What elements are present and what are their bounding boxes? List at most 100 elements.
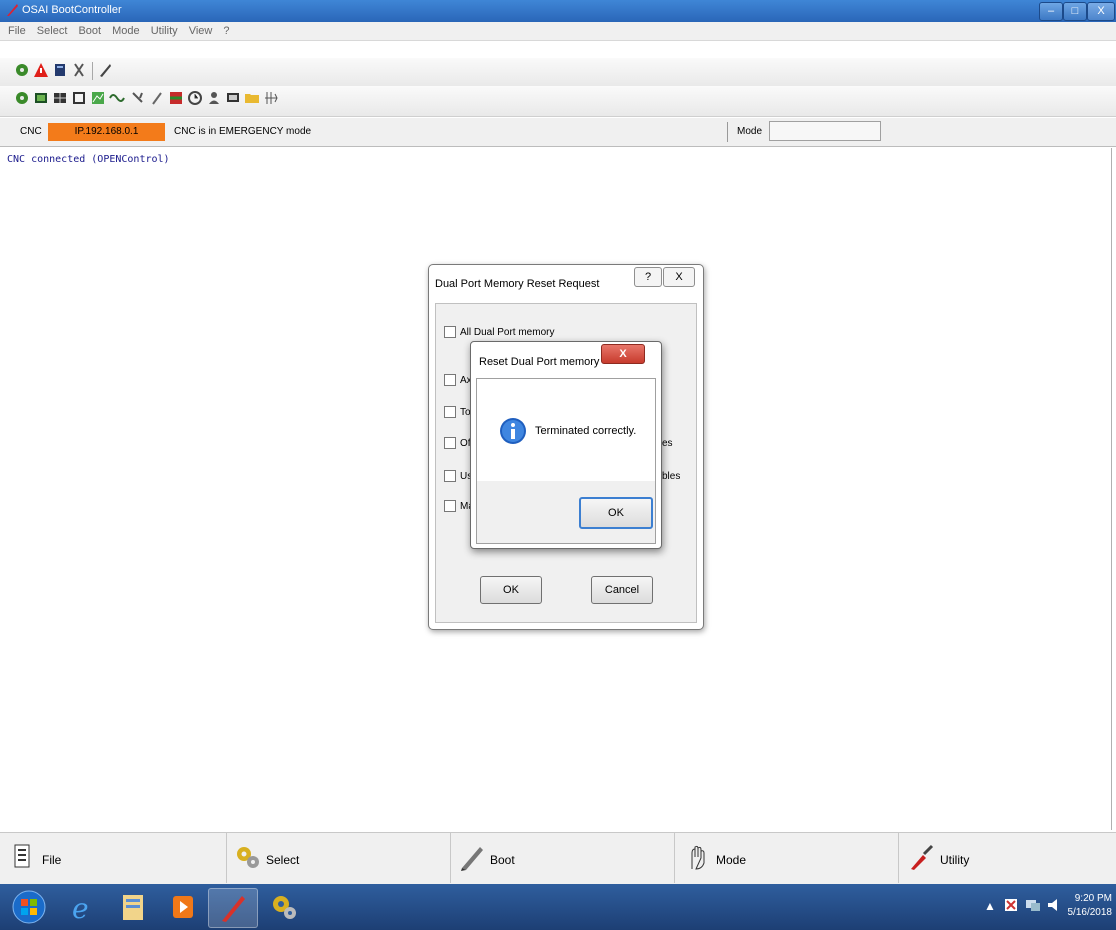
utility-function-label: Utility <box>940 853 970 867</box>
network-icon[interactable] <box>263 90 279 106</box>
close-window-button[interactable]: X <box>1087 2 1115 21</box>
reset-request-dialog-title: Dual Port Memory Reset Request <box>435 278 600 290</box>
request-cancel-button[interactable]: Cancel <box>591 576 653 604</box>
cnc-label: CNC <box>20 126 42 137</box>
status-divider <box>727 122 728 142</box>
axes-checkbox[interactable] <box>444 374 456 386</box>
fn-divider <box>450 833 451 883</box>
bootcontroller-taskbar-button[interactable] <box>208 888 258 928</box>
offsets-label-suffix: es <box>662 438 673 449</box>
toolbar-secondary <box>0 86 1116 117</box>
file-icon <box>14 844 30 868</box>
network-tray-icon[interactable] <box>1024 896 1042 914</box>
toolbar-separator <box>92 62 93 80</box>
brush-icon[interactable] <box>149 90 165 106</box>
volume-icon[interactable] <box>1046 896 1064 914</box>
all-dual-port-memory-label: All Dual Port memory <box>460 327 555 338</box>
gears-taskbar-icon[interactable] <box>262 888 308 926</box>
function-bar: File Select Boot Mode Utility <box>0 832 1116 885</box>
close-dialog-button[interactable]: X <box>663 267 695 287</box>
status-line: CNC IP.192.168.0.1 CNC is in EMERGENCY m… <box>0 118 1116 147</box>
info-icon <box>500 418 526 444</box>
clock-time: 9:20 PM <box>1074 893 1112 904</box>
menu-help[interactable]: ? <box>219 22 233 40</box>
menu-mode[interactable]: Mode <box>108 22 144 40</box>
monitor-icon[interactable] <box>225 90 241 106</box>
window-title: OSAI BootController <box>22 4 122 16</box>
folder-icon[interactable] <box>244 90 260 106</box>
chart-icon[interactable] <box>90 90 106 106</box>
system-clock[interactable]: 9:20 PM 5/16/2018 <box>1068 892 1113 920</box>
wave-icon[interactable] <box>109 90 125 106</box>
request-ok-button[interactable]: OK <box>480 576 542 604</box>
menu-file[interactable]: File <box>0 22 30 40</box>
ip-address-badge: IP.192.168.0.1 <box>48 123 165 141</box>
probe-icon[interactable] <box>130 90 146 106</box>
boot-function-button[interactable]: Boot <box>458 841 658 875</box>
reset-message-dialog: Reset Dual Port memory X Terminated corr… <box>470 341 662 549</box>
help-button[interactable]: ? <box>634 267 662 287</box>
warning-icon[interactable] <box>33 62 49 78</box>
maximize-button[interactable]: □ <box>1063 2 1087 21</box>
file-function-button[interactable]: File <box>10 841 210 875</box>
file-explorer-icon[interactable] <box>110 888 156 926</box>
show-hidden-icons-button[interactable]: ▲ <box>984 899 996 913</box>
console-line: CNC connected (OPENControl) <box>7 154 170 165</box>
minimize-button[interactable]: – <box>1039 2 1063 21</box>
menu-select[interactable]: Select <box>33 22 72 40</box>
gear-icon[interactable] <box>14 62 30 78</box>
internet-explorer-icon[interactable]: e <box>58 888 104 926</box>
user-variables-checkbox[interactable] <box>444 470 456 482</box>
fn-divider <box>674 833 675 883</box>
pen-icon[interactable] <box>97 62 113 78</box>
message-body: Terminated correctly. OK <box>476 378 656 544</box>
tools-checkbox[interactable] <box>444 406 456 418</box>
clock-icon[interactable] <box>187 90 203 106</box>
menu-bar: File Select Boot Mode Utility View ? <box>0 22 1116 41</box>
close-message-button[interactable]: X <box>601 344 645 364</box>
user-variables-label-suffix: bles <box>662 471 681 482</box>
message-ok-button[interactable]: OK <box>579 497 653 529</box>
message-text: Terminated correctly. <box>535 425 637 437</box>
boot-function-label: Boot <box>490 853 515 867</box>
tools-label: To <box>460 407 471 418</box>
clock-date: 5/16/2018 <box>1067 907 1113 918</box>
mode-label: Mode <box>737 126 763 137</box>
action-center-flag-icon[interactable] <box>1002 896 1020 914</box>
mode-field <box>769 121 881 141</box>
screwdriver-icon <box>911 844 934 870</box>
bootcontroller-taskbar-icon <box>222 896 245 922</box>
menu-boot[interactable]: Boot <box>74 22 105 40</box>
svg-text:e: e <box>72 892 89 925</box>
gear-settings-icon[interactable] <box>14 90 30 106</box>
select-function-button[interactable]: Select <box>234 841 434 875</box>
io-icon[interactable] <box>168 90 184 106</box>
grid-icon[interactable] <box>52 90 68 106</box>
media-player-icon[interactable] <box>160 888 206 926</box>
memory-icon[interactable] <box>71 90 87 106</box>
all-dual-port-memory-checkbox[interactable] <box>444 326 456 338</box>
message-footer: OK <box>477 481 655 543</box>
gears-icon <box>237 847 259 868</box>
notebook-icon[interactable] <box>52 62 68 78</box>
board-icon[interactable] <box>33 90 49 106</box>
mode-function-button[interactable]: Mode <box>684 841 884 875</box>
file-function-label: File <box>42 853 62 867</box>
cnc-status-message: CNC is in EMERGENCY mode <box>174 126 312 137</box>
menu-utility[interactable]: Utility <box>147 22 182 40</box>
mode-function-label: Mode <box>716 853 747 867</box>
utility-function-button[interactable]: Utility <box>908 841 1108 875</box>
toolbar-main <box>0 58 1116 87</box>
tools-icon[interactable] <box>71 62 87 78</box>
offsets-checkbox[interactable] <box>444 437 456 449</box>
fn-divider <box>226 833 227 883</box>
user-icon[interactable] <box>206 90 222 106</box>
start-button-icon[interactable] <box>6 888 52 926</box>
hand-icon <box>691 845 705 870</box>
reset-message-dialog-title: Reset Dual Port memory <box>479 356 600 368</box>
taskbar: e ▲ 9:20 PM 5/16/2018 <box>0 884 1116 930</box>
fn-divider <box>898 833 899 883</box>
menu-view[interactable]: View <box>185 22 217 40</box>
macros-checkbox[interactable] <box>444 500 456 512</box>
window-title-bar: OSAI BootController – □ X <box>0 0 1116 22</box>
